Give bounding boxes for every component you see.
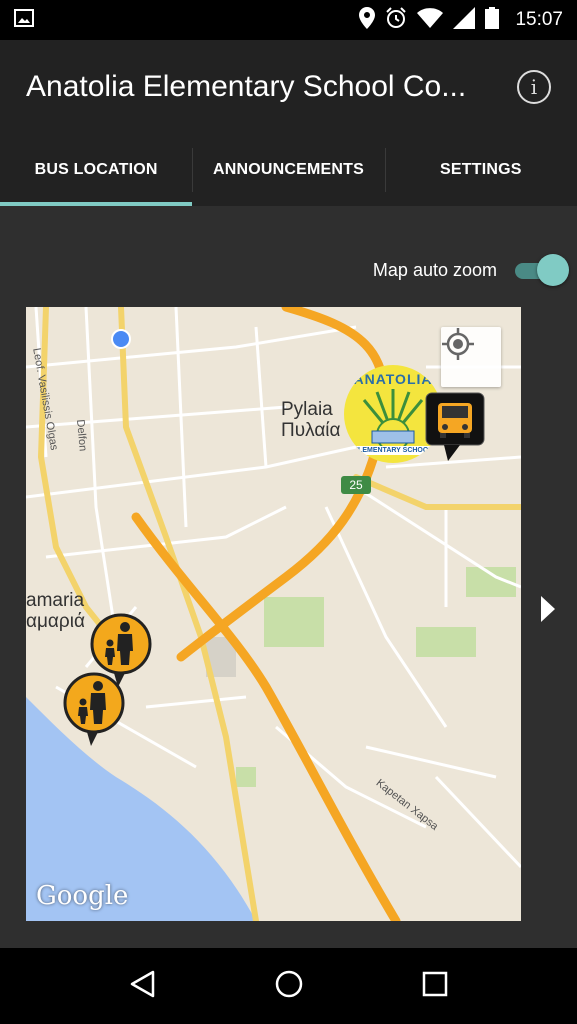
app-bar: Anatolia Elementary School Co... i <box>0 40 577 134</box>
signal-icon <box>453 6 476 34</box>
home-icon[interactable] <box>274 969 304 1004</box>
google-attribution: Google <box>36 881 129 911</box>
place-label-kalamaria: amaria αμαριά <box>26 590 85 632</box>
map-view[interactable]: Pylaia Πυλαία amaria αμαριά Leof. Vasili… <box>26 307 521 921</box>
route-shield: 25 <box>341 476 371 494</box>
image-icon <box>14 8 34 32</box>
battery-icon <box>485 6 500 34</box>
parent-child-icon <box>63 672 125 746</box>
next-arrow-icon[interactable] <box>541 596 555 622</box>
app-title: Anatolia Elementary School Co... <box>26 70 467 103</box>
tab-announcements[interactable]: ANNOUNCEMENTS <box>192 134 384 206</box>
recents-icon[interactable] <box>421 970 449 1003</box>
map-auto-zoom-label: Map auto zoom <box>372 259 497 280</box>
back-icon[interactable] <box>128 969 158 1004</box>
alarm-icon <box>385 6 407 34</box>
info-icon[interactable]: i <box>517 70 551 104</box>
bus-location-panel: Map auto zoom Pylaia Πυλαία amaria αμαρι… <box>0 206 577 948</box>
bus-icon <box>425 392 485 461</box>
system-nav-bar <box>0 948 577 1024</box>
tab-bus-location[interactable]: BUS LOCATION <box>0 134 193 206</box>
status-bar: 15:07 <box>0 0 577 40</box>
map-auto-zoom-toggle[interactable] <box>513 254 569 286</box>
tab-bar: BUS LOCATION ANNOUNCEMENTS SETTINGS <box>0 134 577 206</box>
wifi-icon <box>417 7 444 33</box>
clock: 15:07 <box>515 9 563 30</box>
place-label-pylaia: Pylaia Πυλαία <box>281 399 341 441</box>
map-auto-zoom-row: Map auto zoom <box>373 254 569 286</box>
tab-settings[interactable]: SETTINGS <box>384 134 577 206</box>
location-icon <box>359 6 376 34</box>
my-location-button[interactable] <box>441 327 501 387</box>
